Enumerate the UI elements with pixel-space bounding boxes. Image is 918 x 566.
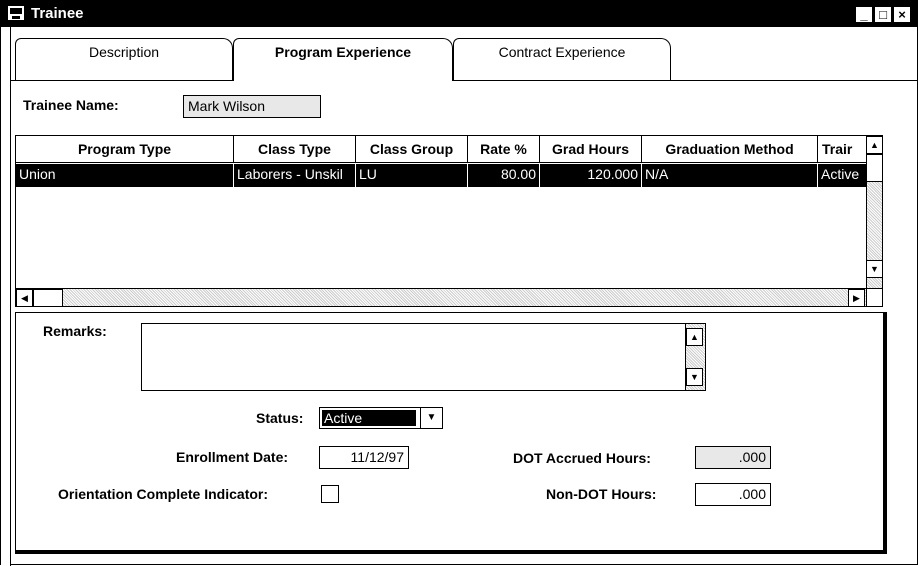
maximize-button[interactable]: □ <box>874 6 892 23</box>
program-grid: Program Type Class Type Class Group Rate… <box>15 135 883 307</box>
column-header-class-type[interactable]: Class Type <box>234 136 356 163</box>
remarks-scroll-down-icon[interactable]: ▼ <box>686 368 703 386</box>
cell-program-type: Union <box>16 164 234 187</box>
table-row[interactable]: Union Laborers - Unskil LU 80.00 120.000… <box>16 164 866 187</box>
column-header-graduation-method[interactable]: Graduation Method <box>642 136 818 163</box>
enrollment-date-label: Enrollment Date: <box>176 449 289 465</box>
remarks-scrollbar[interactable]: ▲ ▼ <box>685 324 705 390</box>
orientation-complete-label: Orientation Complete Indicator: <box>58 486 269 502</box>
column-header-rate[interactable]: Rate % <box>468 136 540 163</box>
tab-bar: Description Program Experience Contract … <box>11 38 918 81</box>
remarks-label: Remarks: <box>43 323 107 339</box>
cell-graduation-method: N/A <box>642 164 818 187</box>
grid-vertical-scrollbar[interactable]: ▲ ▼ <box>866 136 882 288</box>
tab-underline <box>11 80 918 81</box>
column-header-training-status[interactable]: Trair <box>818 136 866 163</box>
grid-header: Program Type Class Type Class Group Rate… <box>16 136 866 163</box>
minimize-button[interactable]: _ <box>855 6 873 23</box>
status-select[interactable]: Active ▼ <box>319 407 443 429</box>
tab-description-label: Description <box>88 44 160 60</box>
cell-class-type: Laborers - Unskil <box>234 164 356 187</box>
scroll-left-icon[interactable]: ◀ <box>16 289 33 306</box>
chevron-down-icon[interactable]: ▼ <box>420 408 442 428</box>
trainee-name-field[interactable]: Mark Wilson <box>183 95 321 118</box>
cell-class-group: LU <box>356 164 468 187</box>
enrollment-date-field[interactable]: 11/12/97 <box>319 446 409 469</box>
window-left-border <box>1 27 11 566</box>
tab-description[interactable]: Description <box>15 38 233 80</box>
grid-horizontal-scrollbar[interactable]: ◀ ▶ <box>16 288 866 306</box>
column-header-program-type[interactable]: Program Type <box>16 136 234 163</box>
orientation-complete-checkbox[interactable] <box>321 485 339 503</box>
column-header-class-group[interactable]: Class Group <box>356 136 468 163</box>
non-dot-hours-field[interactable]: .000 <box>695 483 771 506</box>
cell-rate: 80.00 <box>468 164 540 187</box>
window-title: Trainee <box>31 5 84 22</box>
app-icon[interactable] <box>7 5 25 21</box>
vertical-scroll-thumb[interactable] <box>866 154 882 182</box>
scroll-up-icon[interactable]: ▲ <box>866 136 882 154</box>
trainee-name-label: Trainee Name: <box>23 97 119 113</box>
trainee-window: Trainee _ □ × Description Program Experi… <box>0 0 918 566</box>
non-dot-hours-label: Non-DOT Hours: <box>546 486 657 502</box>
tab-program-experience[interactable]: Program Experience <box>233 38 453 81</box>
scroll-down-icon[interactable]: ▼ <box>866 260 882 278</box>
remarks-textarea[interactable] <box>141 323 706 391</box>
tab-program-experience-label: Program Experience <box>274 44 412 60</box>
scrollbar-corner <box>866 288 882 306</box>
scroll-right-icon[interactable]: ▶ <box>848 289 865 306</box>
horizontal-scroll-thumb[interactable] <box>33 289 63 306</box>
cell-grad-hours: 120.000 <box>540 164 642 187</box>
tab-contract-experience-label: Contract Experience <box>498 44 626 60</box>
remarks-scroll-up-icon[interactable]: ▲ <box>686 328 703 346</box>
dot-accrued-hours-label: DOT Accrued Hours: <box>513 450 651 466</box>
status-select-value: Active <box>322 410 416 426</box>
close-button[interactable]: × <box>893 6 911 23</box>
tab-contract-experience[interactable]: Contract Experience <box>453 38 671 80</box>
dot-accrued-hours-field[interactable]: .000 <box>695 446 771 469</box>
cell-training-status: Active <box>821 166 860 182</box>
column-header-grad-hours[interactable]: Grad Hours <box>540 136 642 163</box>
title-bar[interactable]: Trainee _ □ × <box>1 1 918 27</box>
status-label: Status: <box>256 410 304 426</box>
